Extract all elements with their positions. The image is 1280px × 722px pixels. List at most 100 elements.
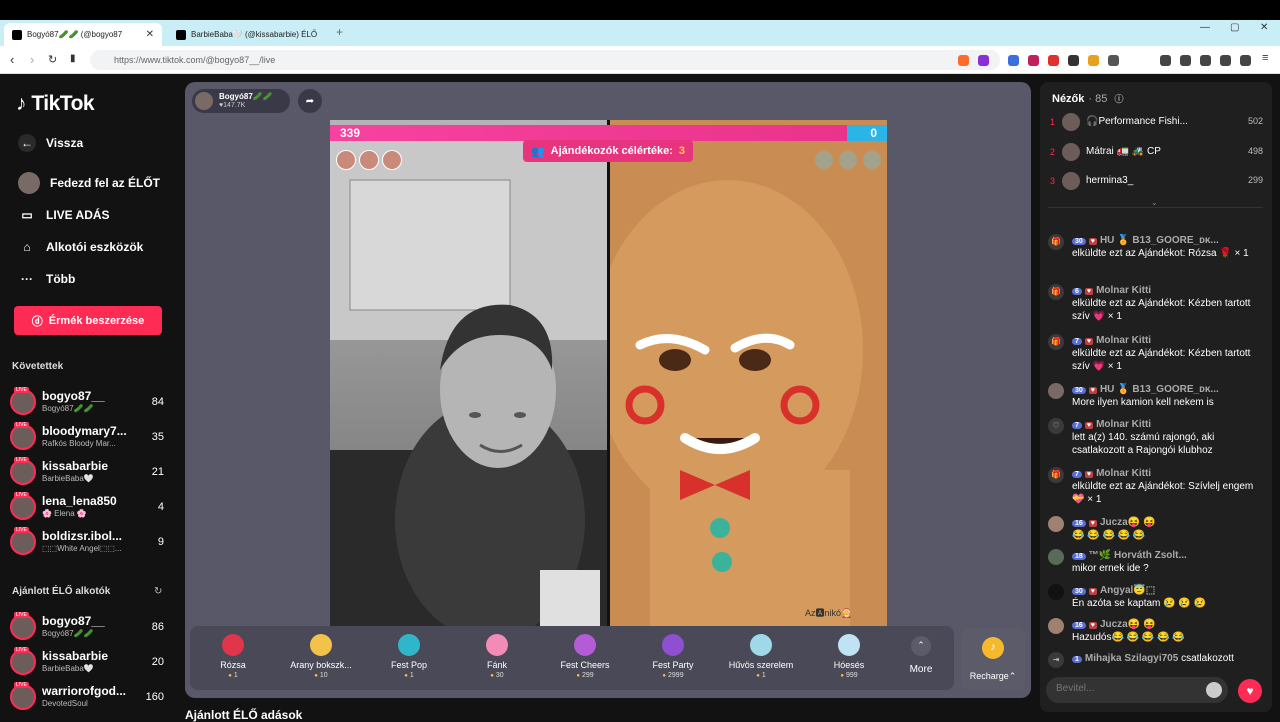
gift-fest-party[interactable]: Fest Party 2999 bbox=[630, 626, 716, 690]
like-heart-icon[interactable]: ♥ bbox=[1238, 679, 1262, 703]
viewer-name: Mátrai 🚛 🚜 CP bbox=[1086, 146, 1161, 157]
top-gifter-avatar[interactable] bbox=[359, 150, 379, 170]
gift-price: 1 bbox=[718, 672, 804, 679]
chat-author[interactable]: 7 ♥ Molnar Kitti bbox=[1072, 334, 1151, 348]
chat-author[interactable]: 1 Mihajka Szilagyi705 csatlakozott bbox=[1072, 652, 1234, 666]
get-coins-button[interactable]: ⓓ Érmék beszerzése bbox=[14, 306, 162, 335]
bookmark-icon[interactable]: ▮ bbox=[70, 53, 76, 64]
emoji-icon[interactable] bbox=[1206, 682, 1222, 698]
extensions-puzzle-icon[interactable] bbox=[1108, 55, 1119, 66]
refresh-icon[interactable]: ↻ bbox=[154, 586, 162, 597]
suggested-item[interactable]: LIVE warriorofgod... DevotedSoul 160 bbox=[10, 682, 168, 714]
back-icon[interactable]: ‹ bbox=[10, 52, 14, 67]
author-name: Molnar Kitti bbox=[1096, 419, 1152, 430]
tab-title: Bogyó87🥒🥒 (@bogyo87 bbox=[27, 30, 123, 39]
gift-rozsa[interactable]: Rózsa 1 bbox=[190, 626, 276, 690]
viewer-score: 498 bbox=[1247, 146, 1263, 156]
top-gifter-avatar[interactable] bbox=[382, 150, 402, 170]
gift-fest-cheers[interactable]: Fest Cheers 299 bbox=[542, 626, 628, 690]
menu-icon[interactable]: ≡ bbox=[1262, 52, 1268, 64]
suggested-item[interactable]: LIVE bogyo87__ Bogyó87🥒🥒 86 bbox=[10, 612, 168, 644]
author-name: Jucza😝 😝 bbox=[1099, 619, 1156, 630]
maximize-icon[interactable]: ▢ bbox=[1230, 22, 1239, 33]
window-close-icon[interactable]: ✕ bbox=[1260, 22, 1268, 33]
nav-back[interactable]: ← Vissza bbox=[18, 134, 83, 152]
brave-shield-icon[interactable] bbox=[958, 55, 969, 66]
chat-input[interactable] bbox=[1056, 683, 1196, 694]
minimize-icon[interactable]: — bbox=[1200, 22, 1210, 33]
chat-author[interactable]: 7 ♥ Molnar Kitti bbox=[1072, 467, 1151, 481]
forward-icon[interactable]: › bbox=[30, 52, 34, 67]
avatar bbox=[1062, 113, 1080, 131]
recharge-button[interactable]: ♪ Recharge⌃ bbox=[961, 628, 1025, 690]
nav-more[interactable]: ··· Több bbox=[18, 270, 75, 288]
info-icon[interactable]: ⓘ bbox=[1114, 94, 1123, 104]
close-tab-icon[interactable]: ✕ bbox=[146, 29, 154, 40]
fan-badge-icon: ♥ bbox=[1088, 622, 1097, 629]
host-info[interactable]: Bogyó87🥒🥒 ♥147.7K bbox=[192, 89, 290, 113]
sidebar-icon[interactable] bbox=[1180, 55, 1191, 66]
coin-button-label: Érmék beszerzése bbox=[48, 314, 145, 327]
extension-color-icon[interactable] bbox=[1088, 55, 1099, 66]
rewards-icon[interactable] bbox=[978, 55, 989, 66]
nav-explore-live[interactable]: Fedezd fel az ÉLŐT bbox=[18, 172, 160, 194]
gift-fest-pop[interactable]: Fest Pop 1 bbox=[366, 626, 452, 690]
following-header: Követettek bbox=[12, 361, 64, 372]
new-tab-button[interactable]: + bbox=[336, 25, 343, 39]
following-name: kissabarbie bbox=[42, 459, 109, 473]
chat-text: elküldte ezt az Ajándékot: Rózsa 🌹 × 1 bbox=[1072, 248, 1249, 259]
chat-author[interactable]: 7 ♥ Molnar Kitti bbox=[1072, 418, 1151, 432]
tiktok-logo[interactable]: ♪ TikTok bbox=[16, 92, 95, 116]
more-gifts-button[interactable]: ⌃ More bbox=[902, 630, 940, 684]
chevron-down-icon[interactable]: ⌄ bbox=[1151, 198, 1158, 207]
battle-video[interactable] bbox=[330, 120, 887, 626]
following-item[interactable]: LIVE lena_lena850 🌸 Elena 🌸 4 bbox=[10, 492, 168, 524]
top-viewer-row[interactable]: 3 hermina3_ 299 bbox=[1050, 171, 1265, 193]
following-item[interactable]: LIVE bloodymary7... Rafkós Bloody Mar...… bbox=[10, 422, 168, 454]
chat-author[interactable]: 30 ♥ Angyal😇⬚ bbox=[1072, 584, 1155, 598]
gift-fank[interactable]: Fánk 30 bbox=[454, 626, 540, 690]
gift-huvos-szerelem[interactable]: Hűvös szerelem 1 bbox=[718, 626, 804, 690]
wallet-icon[interactable] bbox=[1200, 55, 1211, 66]
vpn-icon[interactable] bbox=[1240, 55, 1251, 66]
nav-label: LIVE ADÁS bbox=[46, 208, 110, 222]
top-viewer-row[interactable]: 2 Mátrai 🚛 🚜 CP 498 bbox=[1050, 142, 1265, 164]
chat-author[interactable]: 18 ™🌿 Horváth Zsolt... bbox=[1072, 549, 1187, 563]
viewers-header[interactable]: Nézők · 85 ⓘ bbox=[1052, 92, 1123, 105]
url-input[interactable]: https://www.tiktok.com/@bogyo87__/live bbox=[90, 50, 1000, 70]
extension-k-icon[interactable] bbox=[1028, 55, 1039, 66]
media-icon[interactable] bbox=[1160, 55, 1171, 66]
gift-hoeses[interactable]: Hóesés 999 bbox=[806, 626, 892, 690]
back-arrow-icon: ← bbox=[18, 134, 36, 152]
nav-go-live[interactable]: ▭ LIVE ADÁS bbox=[18, 206, 110, 224]
viewer-count: 21 bbox=[151, 466, 164, 478]
ai-icon[interactable] bbox=[1220, 55, 1231, 66]
tab-bogyo87[interactable]: Bogyó87🥒🥒 (@bogyo87 ✕ bbox=[4, 23, 162, 46]
top-gifter-avatar[interactable] bbox=[336, 150, 356, 170]
chat-author[interactable]: 16 ♥ Jucza😝 😝 bbox=[1072, 516, 1155, 530]
chat-text: elküldte ezt az Ajándékot: Szívlelj enge… bbox=[1072, 481, 1254, 505]
chat-author[interactable]: 30 ♥ HU 🏅 B13_GOORE_ᴅᴋ... bbox=[1072, 383, 1219, 397]
nav-creator-tools[interactable]: ⌂ Alkotói eszközök bbox=[18, 238, 143, 256]
top-viewer-row[interactable]: 1 🎧Performance Fishi... 502 bbox=[1050, 112, 1265, 134]
avatar bbox=[1048, 516, 1064, 532]
following-item[interactable]: LIVE boldizsr.ibol... ⬚⬚White Angel⬚⬚...… bbox=[10, 527, 168, 559]
viewers-count: · 85 bbox=[1088, 93, 1108, 105]
extension-his-icon[interactable] bbox=[1048, 55, 1059, 66]
suggested-header: Ajánlott ÉLŐ alkotók bbox=[12, 586, 111, 597]
gift-arany-bokszkesztyu[interactable]: Arany bokszk... 10 bbox=[278, 626, 364, 690]
reload-icon[interactable]: ↻ bbox=[48, 53, 57, 66]
extension-dark-icon[interactable] bbox=[1068, 55, 1079, 66]
author-name: Molnar Kitti bbox=[1096, 285, 1152, 296]
chat-author[interactable]: 30 ♥ HU 🏅 B13_GOORE_ᴅᴋ... bbox=[1072, 234, 1219, 248]
following-name: bogyo87__ bbox=[42, 389, 105, 403]
gift-price: 10 bbox=[278, 672, 364, 679]
tab-kissabarbie[interactable]: BarbieBaba🤍 (@kissabarbie) ÉLŐ bbox=[168, 23, 326, 46]
share-icon[interactable]: ➦ bbox=[298, 89, 322, 113]
suggested-item[interactable]: LIVE kissabarbie BarbieBaba🤍 20 bbox=[10, 647, 168, 679]
following-item[interactable]: LIVE kissabarbie BarbieBaba🤍 21 bbox=[10, 457, 168, 489]
chat-author[interactable]: 16 ♥ Jucza😝 😝 bbox=[1072, 618, 1155, 632]
chat-author[interactable]: 6 ♥ Molnar Kitti bbox=[1072, 284, 1151, 298]
following-item[interactable]: LIVE bogyo87__ Bogyó87🥒🥒 84 bbox=[10, 387, 168, 419]
translate-extension-icon[interactable] bbox=[1008, 55, 1019, 66]
